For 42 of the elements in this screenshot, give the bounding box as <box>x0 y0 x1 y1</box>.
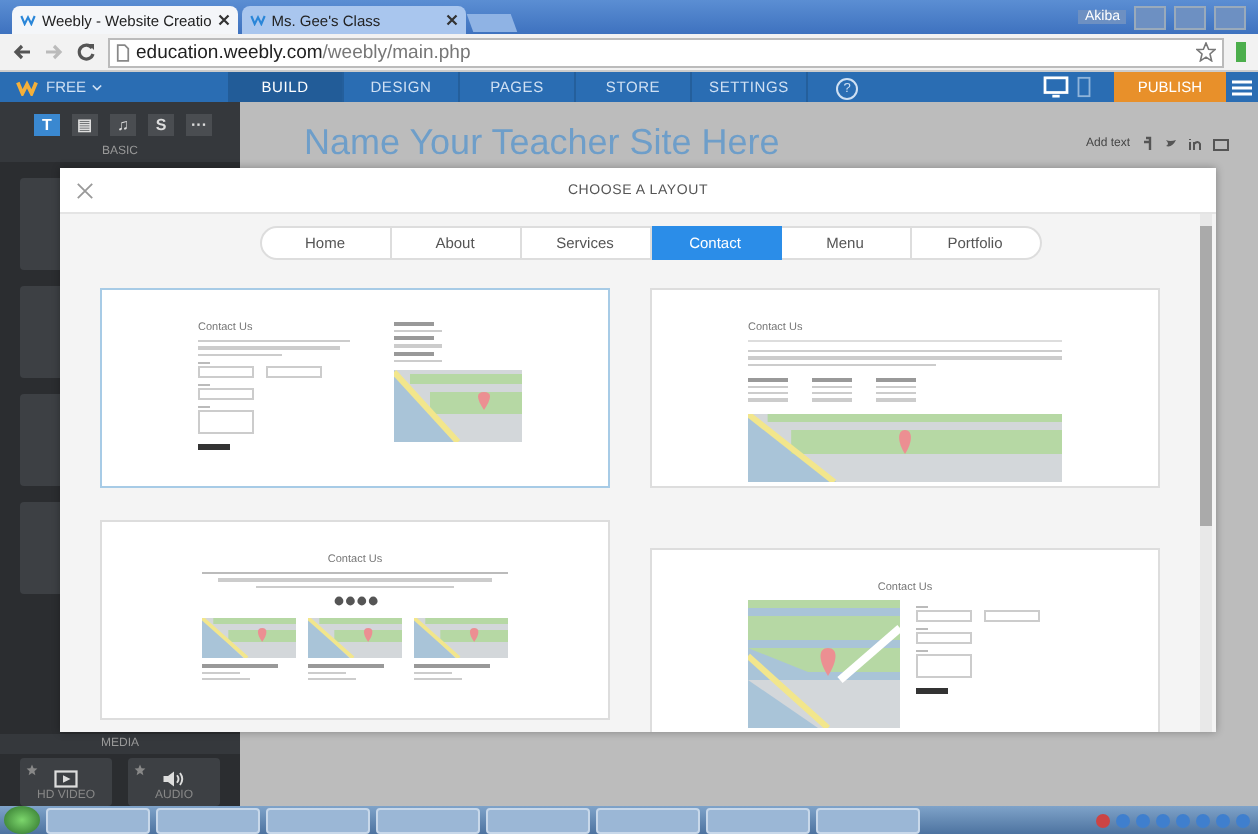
weebly-logo-icon <box>249 14 266 26</box>
weebly-logo-icon <box>20 14 36 26</box>
taskbar-button[interactable] <box>596 807 700 833</box>
taskbar-button[interactable] <box>376 807 480 833</box>
map-drawing <box>394 369 522 442</box>
map-drawing <box>308 617 402 658</box>
back-icon[interactable] <box>12 42 32 62</box>
taskbar-button[interactable] <box>816 807 920 833</box>
minimize-button[interactable] <box>1134 5 1166 29</box>
star-icon[interactable] <box>1196 42 1216 62</box>
element-category-button[interactable]: ··· <box>186 114 212 136</box>
map-drawing <box>414 617 508 658</box>
close-button[interactable] <box>1214 5 1246 29</box>
close-icon[interactable] <box>445 14 458 26</box>
menu-icon[interactable] <box>1232 77 1252 97</box>
forward-icon[interactable] <box>44 42 64 62</box>
extension-icon[interactable] <box>1236 42 1246 62</box>
start-button[interactable] <box>4 806 40 834</box>
element-category-button[interactable]: ♫ <box>110 114 136 136</box>
scrollbar[interactable] <box>1200 214 1212 732</box>
taskbar-button[interactable] <box>156 807 260 833</box>
weebly-logo-icon[interactable] <box>16 79 38 95</box>
element-category-button[interactable]: T <box>34 114 60 136</box>
taskbar-button[interactable] <box>486 807 590 833</box>
taskbar-button[interactable] <box>266 807 370 833</box>
reload-icon[interactable] <box>76 42 96 62</box>
page-icon <box>116 43 130 61</box>
video-icon <box>54 770 78 788</box>
caret-icon <box>92 83 103 91</box>
star-icon <box>134 764 146 776</box>
address-field[interactable]: education.weebly.com/weebly/main.php <box>108 37 1224 67</box>
taskbar-button[interactable] <box>46 807 150 833</box>
star-icon <box>26 764 38 776</box>
maximize-button[interactable] <box>1174 5 1206 29</box>
element-category-button[interactable]: S <box>148 114 174 136</box>
mobile-icon[interactable] <box>1075 76 1092 98</box>
close-icon[interactable] <box>217 14 230 26</box>
speaker-icon <box>162 770 186 788</box>
desktop-icon[interactable] <box>1041 76 1070 98</box>
element-category-button[interactable]: ▤ <box>72 114 98 136</box>
map-drawing <box>202 617 296 658</box>
taskbar-button[interactable] <box>706 807 810 833</box>
